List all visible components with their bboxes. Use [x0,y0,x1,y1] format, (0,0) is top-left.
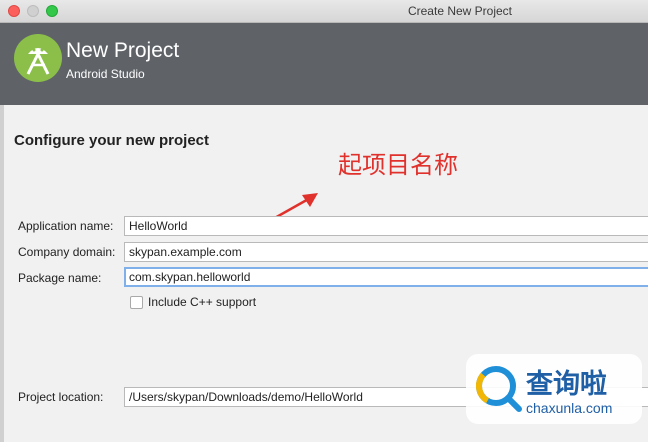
package-name-label: Package name: [18,271,102,285]
section-title: Configure your new project [14,132,210,149]
include-cpp-checkbox[interactable] [130,296,143,309]
header-subtitle: Android Studio [66,67,145,81]
project-location-label: Project location: [18,390,104,404]
maximize-window-button[interactable] [46,5,58,17]
application-name-input[interactable] [124,216,648,236]
watermark-logo: 查询啦 chaxunla.com [466,354,642,424]
android-studio-logo-icon [14,34,62,82]
company-domain-input[interactable] [124,242,648,262]
watermark-text: 查询啦 [526,369,607,400]
company-domain-label: Company domain: [18,245,116,259]
window-title: Create New Project [407,4,513,18]
watermark-domain: chaxunla.com [526,400,613,416]
header-title: New Project [66,39,180,62]
title-bar: Create New Project [0,0,648,23]
close-window-button[interactable] [8,5,20,17]
annotation-text: 起项目名称 [338,151,458,179]
include-cpp-label: Include C++ support [148,295,257,309]
create-new-project-window: Create New Project New Project Android S… [0,0,648,442]
package-name-input[interactable] [124,267,648,287]
magnifier-logo-icon [476,366,522,412]
wizard-header: New Project Android Studio [0,23,648,105]
minimize-window-button[interactable] [27,5,39,17]
application-name-label: Application name: [18,219,114,233]
